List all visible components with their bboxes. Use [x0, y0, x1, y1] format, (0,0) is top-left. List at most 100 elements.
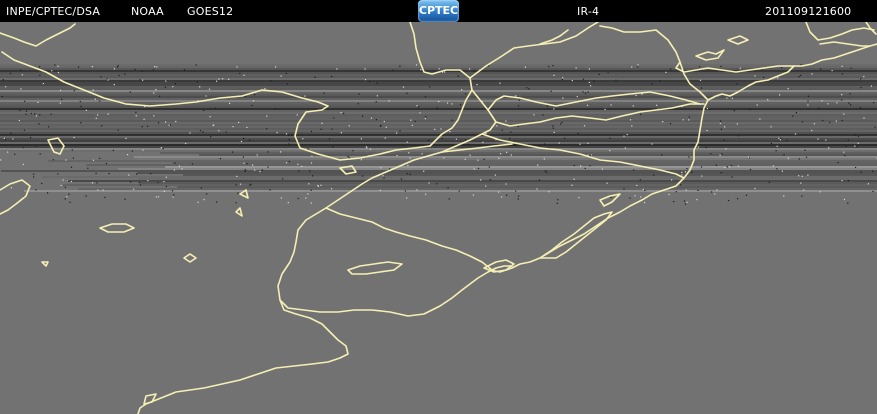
speckle — [700, 166, 703, 168]
speckle — [615, 79, 617, 81]
speckle — [653, 174, 655, 176]
speckle — [699, 79, 702, 81]
speckle — [770, 126, 772, 128]
speckle — [659, 80, 661, 82]
speckle — [203, 199, 205, 201]
speckle — [20, 88, 22, 90]
speckle — [362, 175, 364, 177]
speckle — [623, 135, 625, 137]
speckle — [297, 163, 299, 165]
speckle — [803, 189, 805, 191]
speckle — [651, 83, 653, 85]
speckle — [33, 176, 35, 178]
speckle — [112, 149, 114, 151]
speckle — [382, 175, 384, 177]
speckle — [274, 108, 276, 110]
speckle — [817, 138, 819, 140]
speckle — [261, 169, 263, 171]
speckle — [25, 110, 28, 112]
speckle — [47, 192, 49, 194]
speckle — [156, 66, 158, 68]
speckle — [404, 190, 406, 192]
speckle — [807, 95, 810, 97]
speckle — [836, 102, 838, 104]
speckle — [57, 65, 59, 67]
speckle — [787, 157, 789, 159]
speckle — [400, 178, 402, 180]
satellite-label: GOES12 — [187, 5, 234, 18]
speckle — [126, 154, 129, 156]
speckle — [588, 81, 590, 83]
speckle — [483, 158, 485, 160]
scanline — [172, 162, 877, 164]
speckle — [421, 153, 423, 155]
speckle — [348, 125, 350, 127]
speckle — [821, 100, 823, 102]
speckle — [95, 172, 97, 174]
speckle — [269, 189, 271, 191]
speckle — [52, 159, 54, 161]
speckle — [558, 142, 560, 144]
speckle — [843, 151, 845, 153]
speckle — [21, 74, 23, 76]
speckle — [165, 185, 167, 188]
speckle — [847, 139, 849, 141]
speckle — [724, 126, 726, 128]
speckle — [311, 155, 313, 157]
speckle — [681, 174, 683, 176]
speckle — [485, 185, 487, 187]
speckle — [538, 179, 540, 181]
speckle — [610, 104, 612, 106]
scanline — [0, 148, 877, 150]
speckle — [264, 88, 266, 90]
speckle — [633, 169, 635, 171]
speckle — [357, 103, 359, 105]
scanline — [24, 190, 877, 192]
speckle — [106, 78, 108, 80]
speckle — [340, 132, 342, 134]
speckle — [640, 113, 642, 115]
speckle — [310, 130, 313, 132]
scanline — [0, 74, 877, 76]
speckle — [505, 120, 507, 122]
scanline — [177, 186, 877, 188]
speckle — [60, 89, 62, 91]
speckle — [469, 154, 471, 156]
speckle — [580, 165, 582, 167]
speckle — [240, 140, 243, 142]
speckle — [464, 158, 466, 160]
speckle — [624, 147, 626, 149]
speckle — [500, 153, 502, 155]
scanline — [134, 156, 877, 158]
speckle — [805, 156, 808, 158]
scanline — [0, 82, 877, 84]
speckle — [506, 194, 508, 196]
speckle — [203, 109, 205, 111]
speckle — [375, 119, 377, 121]
speckle — [859, 107, 862, 109]
speckle — [369, 148, 372, 150]
scanline — [165, 166, 877, 168]
speckle — [39, 66, 41, 68]
speckle — [501, 196, 503, 198]
speckle — [369, 81, 371, 83]
speckle — [302, 138, 304, 140]
speckle — [254, 94, 256, 96]
speckle — [792, 115, 794, 117]
speckle — [102, 189, 104, 191]
speckle — [39, 153, 41, 155]
speckle — [235, 184, 237, 186]
speckle — [236, 66, 238, 68]
speckle — [777, 77, 779, 79]
speckle — [423, 170, 425, 172]
speckle — [553, 74, 555, 76]
speckle — [92, 89, 94, 91]
speckle — [419, 112, 421, 114]
speckle — [737, 165, 739, 167]
speckle — [117, 65, 119, 67]
speckle — [857, 135, 860, 137]
speckle — [448, 198, 450, 200]
speckle — [66, 180, 68, 182]
speckle — [631, 125, 633, 127]
scanline — [0, 126, 877, 128]
